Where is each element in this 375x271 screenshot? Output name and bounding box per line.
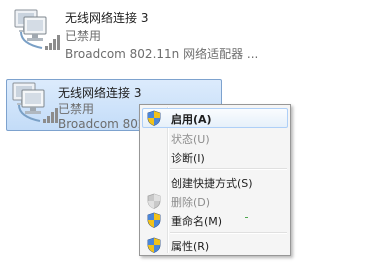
connection-status: 已禁用 [65,29,102,43]
decorative-mark [245,217,248,218]
wireless-adapter-icon [12,82,59,124]
connection-name: 无线网络连接 3 [65,11,149,25]
context-menu: 启用(A) 状态(U) 诊断(I) 创建快捷方式(S) 删除(D) 重命名(M)… [139,104,291,256]
menu-item-delete[interactable]: 删除(D) [142,191,288,211]
menu-item-create-shortcut[interactable]: 创建快捷方式(S) [142,172,288,192]
menu-item-enable[interactable]: 启用(A) [142,108,288,128]
connection-name: 无线网络连接 3 [58,86,142,100]
wireless-adapter-icon [14,9,61,51]
connection-device: Broadcom 802.11n 网络适配器 ... [65,47,259,61]
menu-separator [170,232,287,234]
menu-item-diagnose[interactable]: 诊断(I) [142,147,288,167]
network-connection-item[interactable]: 无线网络连接 3 已禁用 Broadcom 802.11n 网络适配器 ... [8,6,268,62]
menu-item-status[interactable]: 状态(U) [142,128,288,148]
menu-separator [170,168,287,170]
shield-icon [147,110,161,126]
menu-item-properties[interactable]: 属性(R) [142,235,288,255]
shield-icon [147,237,161,253]
shield-icon [147,193,161,209]
shield-icon [147,212,161,228]
menu-item-rename[interactable]: 重命名(M) [142,210,288,230]
